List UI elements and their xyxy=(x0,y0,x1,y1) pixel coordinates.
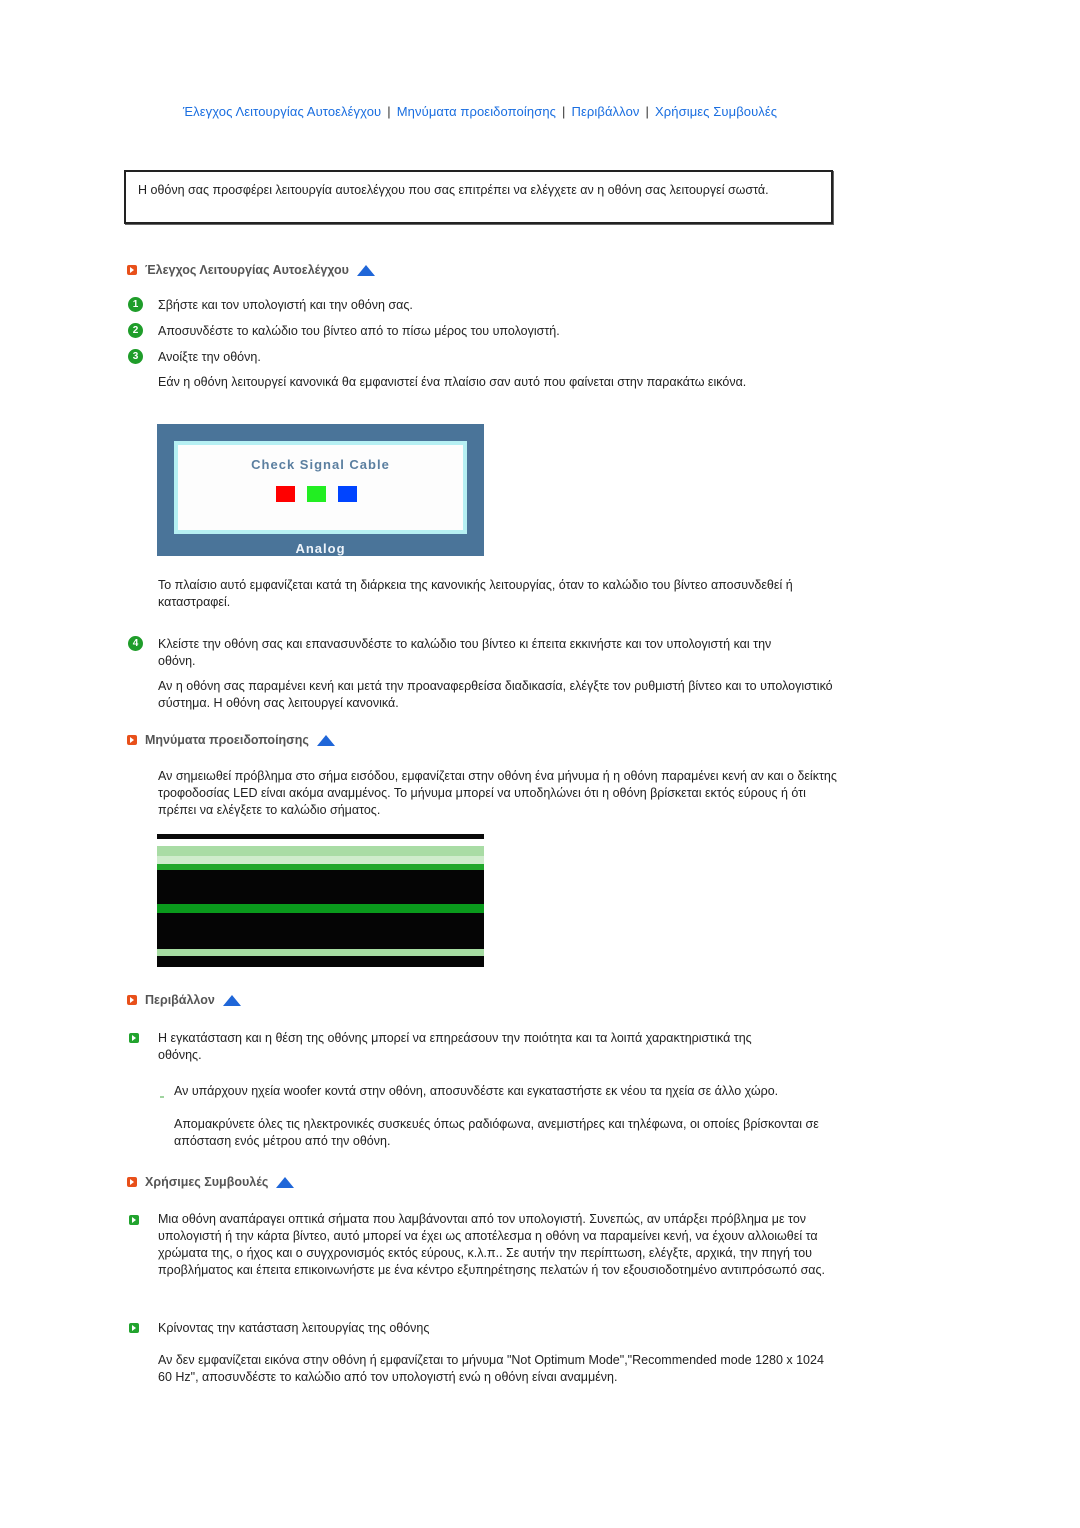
step-2-text: Αποσυνδέστε το καλώδιο του βίντεο από το… xyxy=(158,324,560,338)
osd-title: Check Signal Cable xyxy=(251,457,390,472)
section-bullet-icon xyxy=(127,1177,137,1187)
nav-separator: | xyxy=(645,104,649,119)
image-bar xyxy=(157,846,484,856)
list-bullet-icon xyxy=(129,1215,139,1225)
environment-sub-2: Απομακρύνετε όλες τις ηλεκτρονικές συσκε… xyxy=(174,1117,819,1148)
section-title: Χρήσιμες Συμβουλές xyxy=(145,1175,269,1189)
step-2-icon: 2 xyxy=(128,323,143,338)
section-heading-environment: Περιβάλλον xyxy=(127,992,241,1008)
osd-analog-label: Analog xyxy=(295,541,346,556)
section-title: Περιβάλλον xyxy=(145,993,215,1007)
top-nav: Έλεγχος Λειτουργίας Αυτοελέγχου | Μηνύματα… xyxy=(0,104,960,119)
nav-link-environment[interactable]: Περιβάλλον xyxy=(572,104,640,119)
step-3-text: Ανοίξτε την οθόνη. xyxy=(158,350,261,364)
green-square xyxy=(307,486,326,502)
nav-separator: | xyxy=(387,104,391,119)
osd-note: Το πλαίσιο αυτό εμφανίζεται κατά τη διάρ… xyxy=(158,578,793,609)
image-bar xyxy=(157,913,484,949)
intro-box: Η οθόνη σας προσφέρει λειτουργία αυτοελέ… xyxy=(124,170,833,224)
list-bullet-icon xyxy=(129,1323,139,1333)
sub-bullet-icon xyxy=(160,1096,164,1098)
back-to-top-arrow-icon[interactable] xyxy=(276,1176,295,1188)
osd-menu-image xyxy=(157,834,484,967)
tips-item-2: Κρίνοντας την κατάσταση λειτουργίας της … xyxy=(158,1321,430,1335)
back-to-top-arrow-icon[interactable] xyxy=(222,994,241,1006)
section-title: Μηνύματα προειδοποίησης xyxy=(145,733,309,747)
nav-link-tips[interactable]: Χρήσιμες Συμβουλές xyxy=(655,104,777,119)
nav-link-warnings[interactable]: Μηνύματα προειδοποίησης xyxy=(397,104,556,119)
section-title: Έλεγχος Λειτουργίας Αυτοελέγχου xyxy=(145,263,349,277)
back-to-top-arrow-icon[interactable] xyxy=(316,734,335,746)
environment-text: Η εγκατάσταση και η θέση της οθόνης μπορ… xyxy=(158,1031,752,1062)
intro-text: Η οθόνη σας προσφέρει λειτουργία αυτοελέ… xyxy=(138,183,769,197)
section-heading-self-test: Έλεγχος Λειτουργίας Αυτοελέγχου xyxy=(127,262,375,278)
step-3-icon: 3 xyxy=(128,349,143,364)
osd-dialog: Check Signal Cable xyxy=(174,441,467,534)
tips-text: Μια οθόνη αναπάραγει οπτικά σήματα που λ… xyxy=(158,1212,826,1277)
image-bar xyxy=(157,904,484,913)
step-1-text: Σβήστε και τον υπολογιστή και την οθόνη … xyxy=(158,298,413,312)
back-to-top-arrow-icon[interactable] xyxy=(356,264,375,276)
image-bar xyxy=(157,856,484,864)
image-bar xyxy=(157,949,484,956)
section-heading-tips: Χρήσιμες Συμβουλές xyxy=(127,1174,295,1190)
section-bullet-icon xyxy=(127,735,137,745)
environment-sub-1: Αν υπάρχουν ηχεία woofer κοντά στην οθόν… xyxy=(174,1084,779,1098)
tips-item-2-note: Αν δεν εμφανίζεται εικόνα στην οθόνη ή ε… xyxy=(158,1353,824,1384)
section-heading-warnings: Μηνύματα προειδοποίησης xyxy=(127,732,335,748)
check-signal-cable-image: Check Signal Cable Analog xyxy=(157,424,484,556)
list-bullet-icon xyxy=(129,1033,139,1043)
step-4-icon: 4 xyxy=(128,636,143,651)
image-bar xyxy=(157,956,484,967)
step-4-text: Κλείστε την οθόνη σας και επανασυνδέστε … xyxy=(158,637,772,668)
warnings-text: Αν σημειωθεί πρόβλημα στο σήμα εισόδου, … xyxy=(158,769,837,817)
section-bullet-icon xyxy=(127,995,137,1005)
step-3-note: Εάν η οθόνη λειτουργεί κανονικά θα εμφαν… xyxy=(158,375,747,389)
nav-separator: | xyxy=(562,104,566,119)
step-1-icon: 1 xyxy=(128,297,143,312)
blue-square xyxy=(338,486,357,502)
step-4-note: Αν η οθόνη σας παραμένει κενή και μετά τ… xyxy=(158,679,833,710)
image-bar xyxy=(157,834,484,839)
image-bar xyxy=(157,870,484,904)
red-square xyxy=(276,486,295,502)
nav-link-self-test[interactable]: Έλεγχος Λειτουργίας Αυτοελέγχου xyxy=(183,104,381,119)
section-bullet-icon xyxy=(127,265,137,275)
